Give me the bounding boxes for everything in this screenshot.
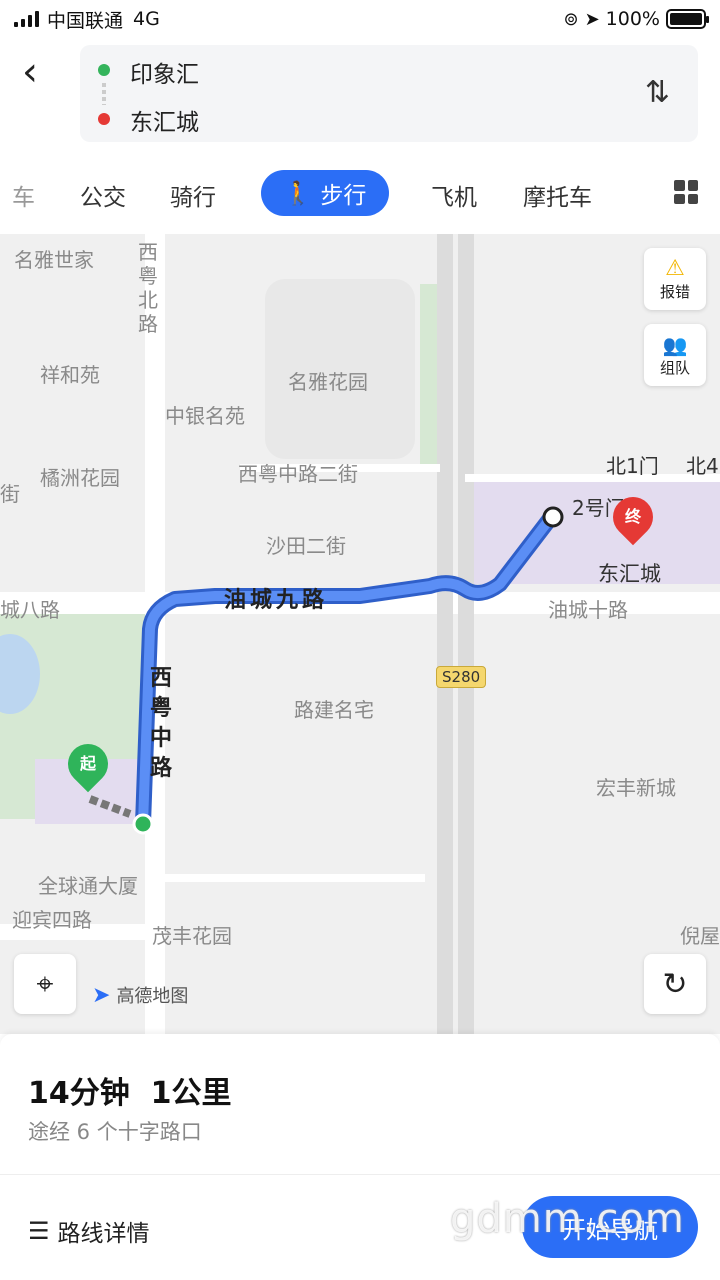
map-label: 中银名苑 — [165, 404, 245, 428]
team-icon: 👥 — [662, 332, 688, 357]
travel-mode-tabs: 车 公交 骑行 🚶 步行 飞机 摩托车 — [0, 164, 720, 224]
signal-icon — [14, 11, 39, 27]
tab-flight[interactable]: 飞机 — [431, 178, 477, 212]
map-label: 橘洲花园 — [40, 466, 120, 490]
report-error-button[interactable]: ⚠ 报错 — [644, 248, 706, 310]
map-label: 城八路 — [0, 598, 60, 622]
tab-motorcycle[interactable]: 摩托车 — [523, 178, 592, 212]
tab-cycling[interactable]: 骑行 — [170, 178, 216, 212]
end-pin: 终 — [604, 488, 662, 546]
tab-walking-label: 步行 — [320, 183, 367, 209]
route-summary-sheet: 14分钟 1公里 途经 6 个十字路口 ☰ 路线详情 开始导航 — [0, 1034, 720, 1280]
locate-button[interactable]: ⌖ — [14, 954, 76, 1014]
walking-icon: 🚶 — [283, 180, 313, 207]
origin-field[interactable]: 印象汇 — [130, 55, 199, 89]
map-label: 全球通大厦 — [38, 874, 138, 898]
map-label: 油城十路 — [548, 598, 628, 622]
list-icon: ☰ — [28, 1217, 50, 1245]
map-label: 西粤北路 — [138, 240, 158, 336]
route-via: 途经 6 个十字路口 — [28, 1120, 202, 1144]
highway — [437, 234, 453, 1034]
more-modes-icon[interactable] — [674, 180, 698, 204]
report-error-label: 报错 — [659, 283, 690, 301]
tab-walking[interactable]: 🚶 步行 — [261, 170, 389, 216]
battery-percent: 100% — [605, 8, 660, 30]
status-bar: 中国联通 4G ⊚ ➤ 100% — [0, 0, 720, 38]
route-connector — [102, 83, 106, 105]
route-input-box: 印象汇 东汇城 ⇅ — [80, 45, 698, 142]
refresh-button[interactable]: ↻ — [644, 954, 706, 1014]
map-label: 倪屋 — [680, 924, 720, 948]
start-point — [132, 813, 154, 835]
divider — [0, 1174, 720, 1175]
map-label: 北4 — [686, 454, 719, 478]
highway-badge: S280 — [436, 666, 487, 688]
team-button[interactable]: 👥 组队 — [644, 324, 706, 386]
rotation-lock-icon: ⊚ — [563, 8, 579, 30]
map-label: 北1门 — [606, 454, 659, 478]
map-label: 街 — [0, 482, 20, 506]
amap-logo-text: 高德地图 — [116, 986, 189, 1007]
route-details-button[interactable]: ☰ 路线详情 — [28, 1214, 150, 1248]
route-summary: 14分钟 1公里 — [28, 1068, 232, 1112]
swap-icon[interactable]: ⇅ — [645, 75, 670, 110]
map-label: 名雅世家 — [14, 248, 94, 272]
back-arrow-icon[interactable]: ‹ — [22, 52, 58, 92]
watermark: gdmm.com — [450, 1196, 685, 1242]
map-view[interactable]: 名雅世家 西粤北路 祥和苑 名雅花园 中银名苑 橘洲花园 西粤中路二街 沙田二街… — [0, 234, 720, 1034]
locate-icon: ⌖ — [36, 966, 54, 1002]
map-canvas — [0, 234, 720, 1034]
amap-logo-icon: ➤ — [92, 982, 111, 1008]
map-label: 迎宾四路 — [12, 908, 92, 932]
carrier-name: 中国联通 — [47, 9, 124, 32]
road — [465, 474, 720, 482]
location-icon: ➤ — [584, 8, 600, 30]
road — [165, 874, 425, 882]
amap-logo: ➤ 高德地图 — [92, 982, 188, 1008]
network-type: 4G — [133, 8, 160, 30]
map-label: 路建名宅 — [294, 698, 374, 722]
map-label: 祥和苑 — [40, 363, 100, 387]
map-label: 沙田二街 — [266, 534, 346, 558]
origin-dot-icon — [98, 64, 110, 76]
destination-dot-icon — [98, 113, 110, 125]
destination-field[interactable]: 东汇城 — [130, 103, 199, 137]
road-label: 西粤中路 — [150, 666, 173, 781]
refresh-icon: ↻ — [662, 966, 688, 1002]
map-label: 西粤中路二街 — [238, 462, 358, 486]
map-label: 宏丰新城 — [596, 776, 676, 800]
team-label: 组队 — [659, 358, 690, 377]
warning-icon: ⚠ — [665, 256, 685, 281]
battery-icon — [666, 9, 709, 29]
tab-car[interactable]: 车 — [12, 178, 35, 212]
start-pin: 起 — [59, 735, 117, 793]
map-label: 茂丰花园 — [152, 924, 232, 948]
route-details-label: 路线详情 — [57, 1221, 150, 1247]
highway — [458, 234, 474, 1034]
route-distance: 1公里 — [150, 1076, 232, 1111]
tab-bus[interactable]: 公交 — [80, 178, 126, 212]
road-label: 油城九路 — [224, 588, 329, 613]
end-point — [542, 506, 564, 528]
route-time: 14分钟 — [28, 1076, 130, 1111]
destination-label: 东汇城 — [598, 562, 661, 586]
map-label: 名雅花园 — [288, 370, 368, 394]
